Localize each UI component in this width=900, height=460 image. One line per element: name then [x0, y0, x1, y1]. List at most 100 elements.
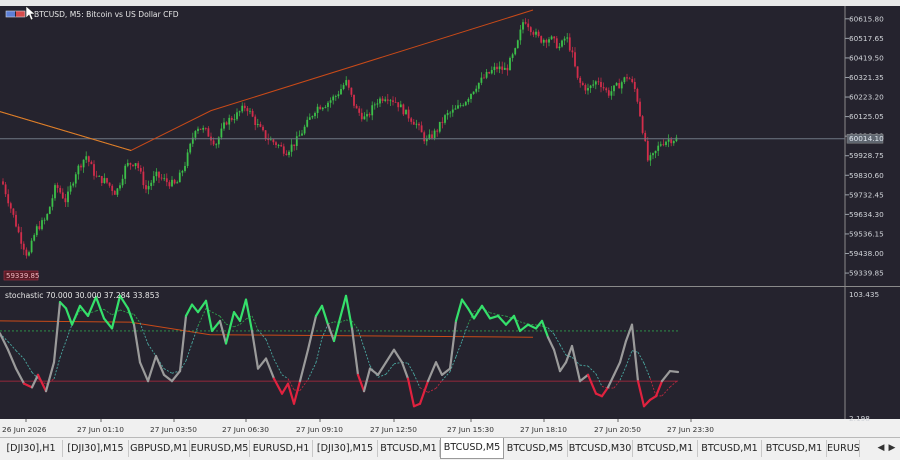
candle-body — [602, 87, 605, 89]
chart-tab[interactable]: EURUSD,H1 — [250, 440, 313, 457]
chart-window[interactable]: 60615.80 60517.65 60419.50 60321.35 60223.20… — [0, 6, 900, 437]
triangle-left-icon[interactable]: ◀ — [876, 441, 886, 456]
candle-body — [254, 116, 257, 126]
chart-tab[interactable]: [DJI30],M15 — [313, 440, 378, 457]
candle-body — [490, 70, 493, 74]
candle-body — [20, 232, 23, 244]
candle-body — [277, 145, 280, 146]
candle-body — [160, 177, 163, 179]
candle-body — [189, 143, 192, 153]
candle-body — [592, 84, 595, 86]
candle-body — [108, 182, 111, 186]
time-tick-label: 27 Jun 23:30 — [667, 425, 714, 434]
chart-tab[interactable]: BTCUSD,M1 — [698, 440, 762, 457]
chart-tab[interactable]: GBPUSD,M1 — [129, 440, 190, 457]
candle-body — [451, 109, 454, 113]
candle-body — [579, 77, 582, 83]
candle-body — [402, 104, 405, 115]
price-tick-label: 59438.00 — [849, 249, 884, 258]
chart-tab[interactable]: EURUS — [827, 440, 860, 457]
candle-body — [243, 105, 246, 109]
chart-canvas[interactable]: 60615.80 60517.65 60419.50 60321.35 60223.20… — [0, 6, 900, 437]
chart-tab[interactable]: EURUSD,M5 — [190, 440, 250, 457]
candle-body — [7, 194, 10, 204]
candle-body — [41, 220, 43, 230]
time-tick-label: 27 Jun 18:10 — [520, 425, 567, 434]
candle-body — [576, 66, 579, 78]
candle-body — [392, 100, 394, 102]
chart-tab[interactable]: BTCUSD,M5 — [440, 438, 504, 459]
candle-body — [314, 112, 316, 117]
chart-tab[interactable]: [DJI30],M15 — [63, 440, 129, 457]
price-tick-label: 59732.45 — [849, 190, 884, 199]
candle-body — [535, 31, 537, 35]
candle-body — [516, 40, 519, 49]
candle-body — [347, 80, 350, 88]
candle-body — [82, 159, 85, 168]
candle-body — [2, 181, 4, 185]
candle-body — [129, 162, 132, 165]
candle-body — [119, 185, 121, 189]
candle-body — [285, 153, 288, 156]
candle-body — [321, 107, 324, 110]
chart-tab[interactable]: [DJI30],H1 — [0, 440, 63, 457]
candle-body — [675, 137, 678, 142]
candle-body — [540, 36, 543, 43]
candle-body — [327, 102, 329, 107]
candle-body — [363, 116, 366, 120]
candle-body — [230, 117, 233, 120]
chart-tab[interactable]: BTCUSD,M1 — [378, 440, 440, 457]
candle-body — [9, 203, 12, 209]
candle-body — [238, 111, 241, 113]
candle-body — [176, 182, 179, 184]
candle-body — [134, 163, 137, 166]
candle-body — [366, 114, 368, 117]
chart-tab[interactable]: BTCUSD,M30 — [568, 440, 633, 457]
candle-body — [74, 174, 77, 184]
candle-body — [308, 117, 311, 120]
low-price-marker: 59339.85 — [3, 270, 39, 281]
candle-body — [319, 106, 322, 110]
candle-body — [251, 110, 254, 117]
candle-body — [615, 83, 618, 86]
candle-body — [368, 114, 371, 116]
candle-body — [488, 72, 491, 74]
candle-body — [376, 103, 379, 105]
candle-body — [412, 121, 415, 125]
candle-body — [269, 139, 272, 141]
tab-scroll-buttons: ◀ ▶ — [876, 441, 898, 456]
candle-body — [64, 198, 67, 203]
candle-body — [228, 117, 231, 125]
chart-tab[interactable]: BTCUSD,M1 — [633, 440, 698, 457]
candle-body — [111, 185, 114, 191]
candle-body — [594, 81, 597, 85]
candle-body — [350, 87, 353, 95]
candle-body — [358, 108, 361, 113]
candle-body — [631, 79, 634, 83]
chart-tab[interactable]: BTCUSD,M5 — [503, 440, 568, 457]
candle-body — [262, 126, 264, 131]
candle-body — [33, 235, 36, 241]
candle-body — [178, 172, 181, 183]
time-tick-label: 27 Jun 01:10 — [77, 425, 124, 434]
candle-body — [652, 153, 654, 156]
candle-body — [280, 145, 283, 147]
candle-body — [420, 125, 423, 133]
candle-body — [43, 219, 46, 221]
candle-body — [324, 106, 327, 108]
triangle-right-icon[interactable]: ▶ — [887, 441, 897, 456]
candle-body — [186, 152, 189, 166]
candle-body — [545, 39, 548, 43]
candle-body — [649, 155, 652, 161]
chart-tab[interactable]: BTCUSD,M1 — [762, 440, 827, 457]
candle-body — [290, 144, 293, 152]
price-tick-label: 60419.50 — [849, 53, 884, 62]
candle-body — [373, 104, 376, 106]
candle-body — [204, 127, 207, 129]
candle-body — [233, 119, 236, 121]
candle-body — [168, 182, 171, 187]
candle-body — [184, 165, 186, 171]
candle-body — [298, 135, 301, 137]
candle-body — [100, 176, 103, 184]
candle-body — [54, 185, 56, 199]
